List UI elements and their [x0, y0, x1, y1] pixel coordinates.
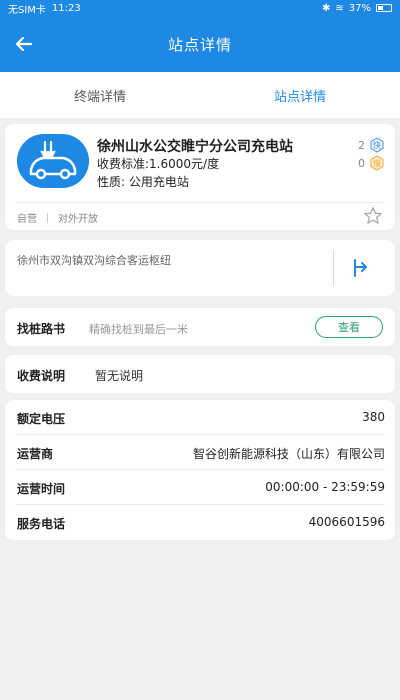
info-value: 00:00:00 - 23:59:59 — [265, 480, 385, 494]
route-guide-hint: 精确找桩到最后一米 — [89, 323, 188, 336]
route-guide-card: 找桩路书 精确找桩到最后一米 查看 — [5, 308, 395, 346]
divider — [15, 202, 385, 203]
address-card: 徐州市双沟镇双沟综合客运枢纽 — [5, 240, 395, 296]
station-tags: 自营 对外开放 — [17, 210, 98, 225]
app-bar: 站点详情 — [0, 16, 400, 72]
fast-charger-count: 2 快 — [358, 137, 385, 153]
station-name: 徐州山水公交睢宁分公司充电站 — [97, 139, 293, 155]
info-label: 服务电话 — [17, 517, 66, 531]
back-arrow-icon — [15, 36, 33, 52]
tab-bar: 终端详情 站点详情 — [0, 72, 400, 118]
fast-count-value: 2 — [358, 138, 365, 152]
service-phone[interactable]: 4006601596 — [309, 515, 385, 529]
bluetooth-icon: ✱ — [321, 2, 331, 14]
slow-charger-count: 0 慢 — [358, 155, 385, 171]
tag-open-public: 对外开放 — [58, 214, 98, 225]
tab-station-details[interactable]: 站点详情 — [200, 72, 400, 118]
station-nature: 性质: 公用充电站 — [97, 175, 189, 189]
route-guide-label: 找桩路书 — [17, 322, 66, 336]
back-button[interactable] — [8, 28, 40, 60]
station-card: 徐州山水公交睢宁分公司充电站 收费标准:1.6000元/度 性质: 公用充电站 … — [5, 124, 395, 230]
station-address: 徐州市双沟镇双沟综合客运枢纽 — [17, 254, 171, 267]
navigation-icon[interactable] — [350, 257, 372, 279]
fee-note-label: 收费说明 — [17, 369, 66, 383]
fee-standard: 收费标准:1.6000元/度 — [97, 157, 220, 171]
info-label: 运营商 — [17, 447, 54, 461]
status-time: 11:23 — [51, 2, 81, 14]
battery-percent: 37% — [348, 2, 371, 14]
favorite-star-icon[interactable] — [363, 206, 383, 226]
page-title: 站点详情 — [167, 35, 232, 54]
battery-icon — [376, 4, 392, 12]
tab-terminal-details[interactable]: 终端详情 — [0, 72, 200, 118]
info-value: 380 — [362, 410, 385, 424]
info-row-voltage: 额定电压 380 — [5, 400, 395, 435]
tag-divider — [47, 212, 48, 223]
info-value: 智谷创新能源科技（山东）有限公司 — [192, 447, 385, 461]
fast-charge-icon: 快 — [369, 137, 385, 153]
info-label: 额定电压 — [17, 412, 66, 426]
info-row-phone: 服务电话 4006601596 — [5, 505, 395, 540]
carrier-text: 无SIM卡 — [8, 4, 46, 16]
slow-icon-label: 慢 — [373, 158, 381, 168]
info-row-operator: 运营商 智谷创新能源科技（山东）有限公司 — [5, 435, 395, 470]
view-button[interactable]: 查看 — [315, 316, 383, 338]
info-row-hours: 运营时间 00:00:00 - 23:59:59 — [5, 470, 395, 505]
info-label: 运营时间 — [17, 482, 66, 496]
fee-note-value: 暂无说明 — [95, 369, 144, 383]
wifi-icon: ≋ — [335, 2, 344, 14]
info-card: 额定电压 380 运营商 智谷创新能源科技（山东）有限公司 运营时间 00:00… — [5, 400, 395, 540]
fee-note-card: 收费说明 暂无说明 — [5, 355, 395, 393]
status-bar: 无SIM卡 11:23 ✱ ≋ 37% — [0, 0, 400, 16]
fast-icon-label: 快 — [373, 140, 381, 150]
tag-self-operated: 自营 — [17, 214, 37, 225]
slow-charge-icon: 慢 — [369, 155, 385, 171]
divider — [333, 250, 334, 286]
ev-charging-car-icon — [17, 134, 89, 188]
slow-count-value: 0 — [358, 156, 365, 170]
